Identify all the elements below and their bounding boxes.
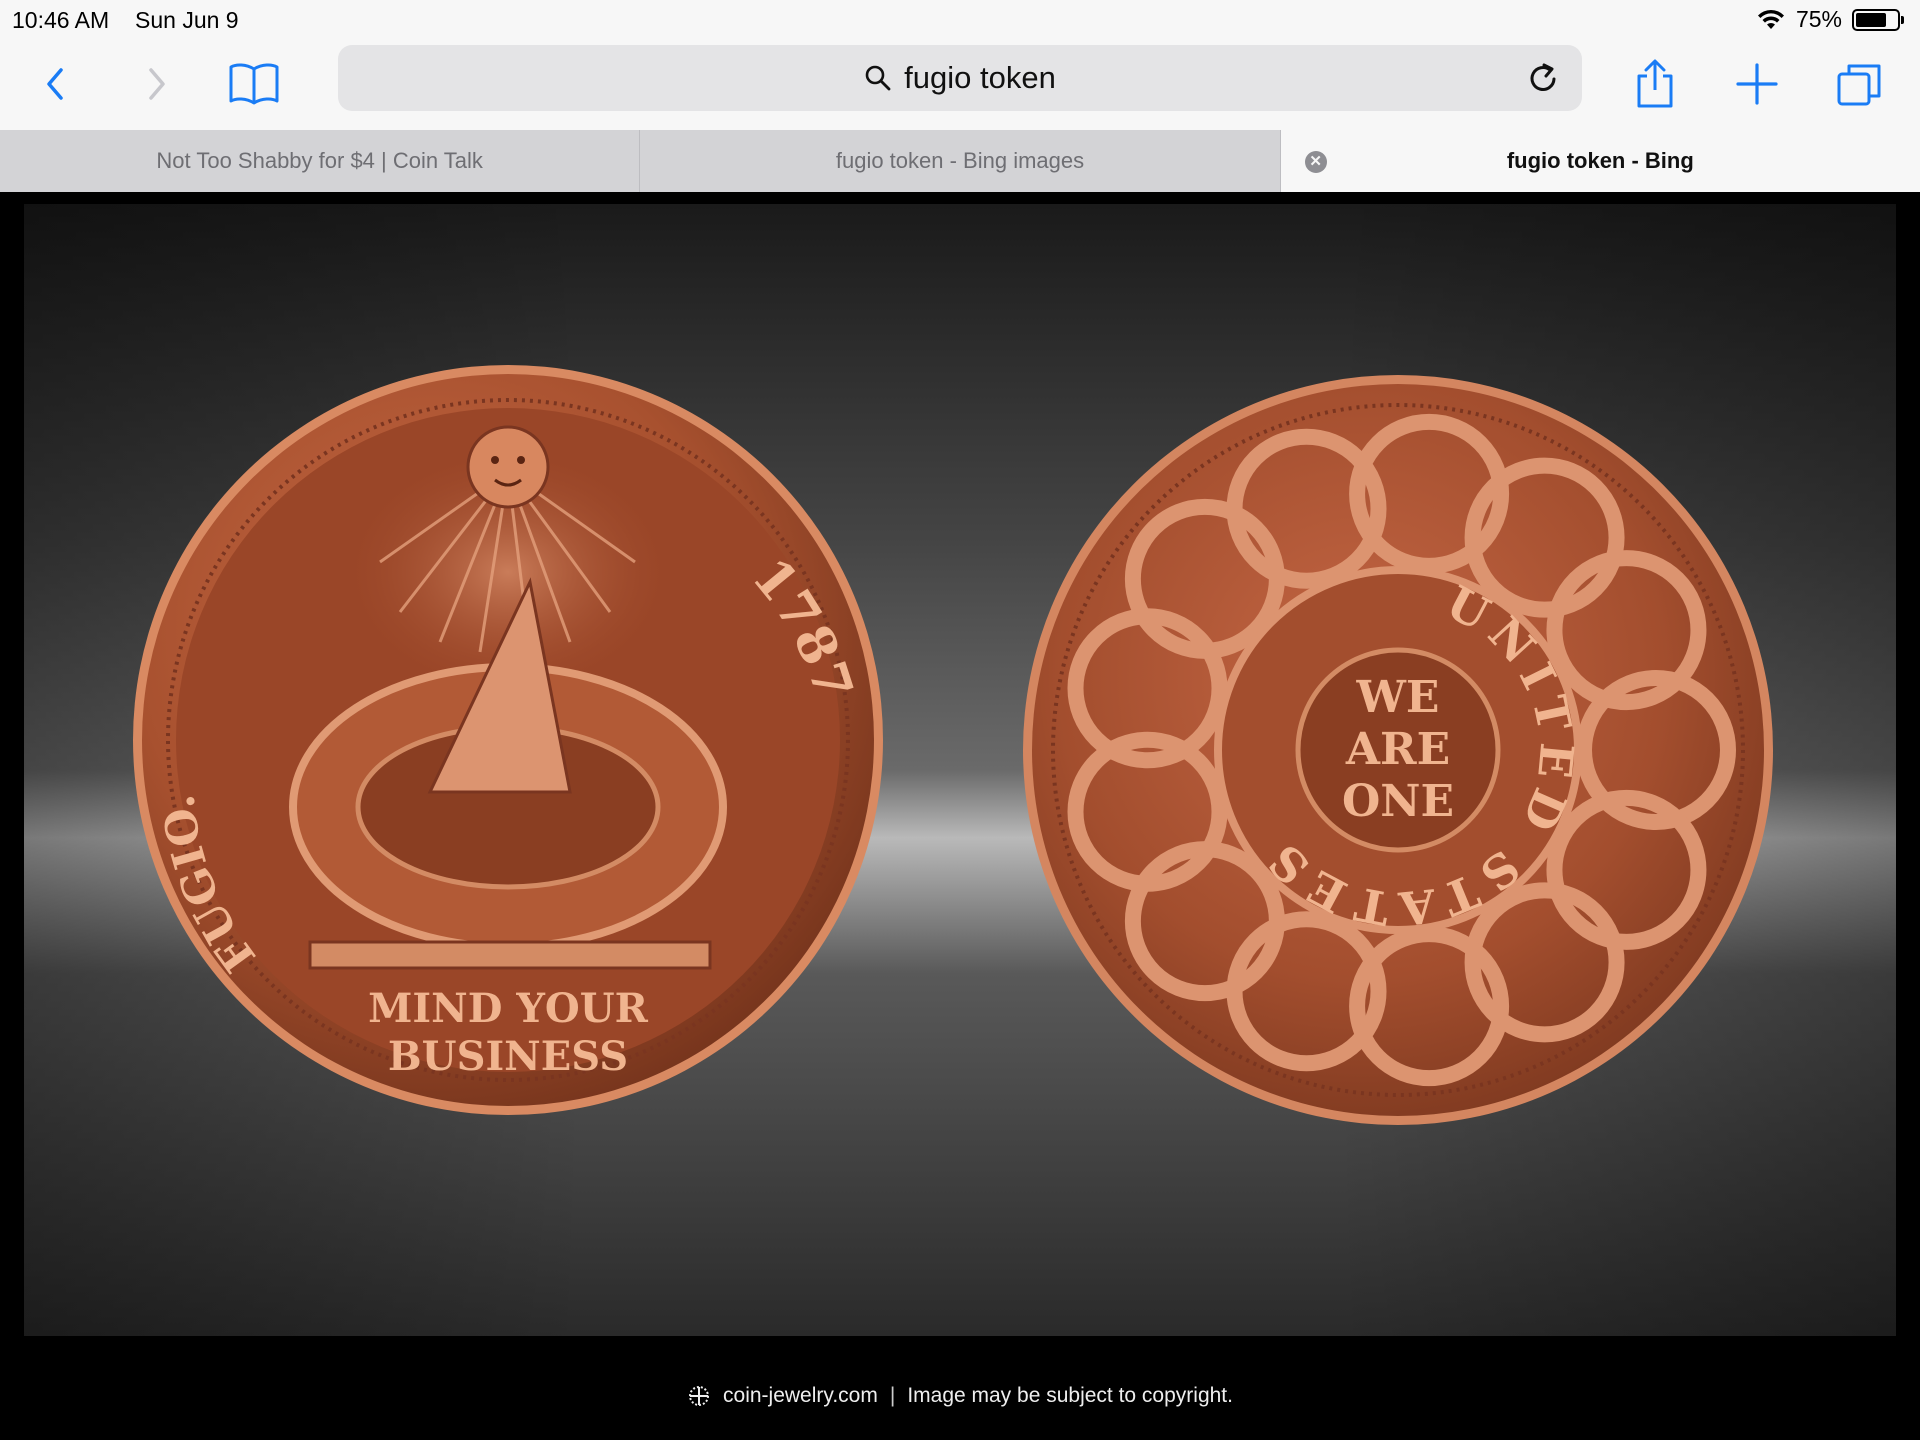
tab-title: fugio token - Bing images — [835, 148, 1085, 173]
motto-line2: BUSINESS — [388, 1033, 628, 1080]
new-tab-icon — [1736, 63, 1778, 105]
forward-icon — [149, 68, 165, 100]
fugio-reverse-coin: UNITED STATES WE ARE ONE — [1023, 375, 1773, 1125]
status-date: Sun Jun 9 — [135, 7, 239, 33]
copyright-notice: Image may be subject to copyright. — [907, 1384, 1233, 1407]
sun-face — [466, 425, 550, 509]
tabs-button[interactable] — [1829, 54, 1889, 114]
footer-separator: | — [889, 1384, 896, 1407]
forward-button[interactable] — [126, 54, 186, 114]
wifi-icon — [1757, 9, 1784, 29]
tab-title: fugio token - Bing — [1506, 148, 1694, 173]
search-query: fugio token — [904, 60, 1056, 95]
address-bar-content: fugio token — [338, 45, 1582, 111]
status-time: 10:46 AM — [12, 7, 110, 33]
close-tab-icon[interactable]: ✕ — [1304, 151, 1327, 173]
coin-photo[interactable]: FUGIO. 1787 MIND YOUR BUSINESS UNITED ST… — [24, 204, 1896, 1336]
fugio-obverse-coin: FUGIO. 1787 MIND YOUR BUSINESS — [133, 365, 883, 1115]
status-bar: 10:46 AM Sun Jun 9 75% — [0, 0, 1920, 40]
share-button[interactable] — [1625, 54, 1685, 114]
battery-percent: 75% — [1795, 6, 1842, 32]
tab-coin-talk[interactable]: Not Too Shabby for $4 | Coin Talk — [0, 130, 641, 192]
center-text-are: ARE — [1345, 724, 1450, 775]
tab-bing-active[interactable]: ✕ fugio token - Bing — [1280, 130, 1920, 192]
motto-line1: MIND YOUR — [368, 985, 648, 1032]
browser-toolbar: fugio token — [0, 40, 1920, 130]
image-viewer: FUGIO. 1787 MIND YOUR BUSINESS UNITED ST… — [0, 192, 1920, 1440]
globe-icon — [689, 1386, 710, 1406]
image-source-footer: coin-jewelry.com | Image may be subject … — [0, 1376, 1920, 1416]
tabs-icon — [1837, 64, 1881, 106]
status-right: 75% — [1756, 6, 1904, 33]
battery-fill — [1856, 12, 1886, 27]
back-icon — [47, 68, 63, 100]
bookmarks-icon — [229, 63, 279, 105]
source-link[interactable]: coin-jewelry.com — [723, 1384, 878, 1408]
address-bar[interactable]: fugio token — [338, 45, 1582, 111]
search-icon — [865, 65, 891, 91]
tab-bing-images[interactable]: fugio token - Bing images — [640, 130, 1281, 192]
battery-icon — [1852, 8, 1904, 31]
center-text-one: ONE — [1342, 776, 1454, 827]
tab-bar: Not Too Shabby for $4 | Coin Talk fugio … — [0, 130, 1920, 192]
new-tab-button[interactable] — [1727, 54, 1787, 114]
sundial-base — [308, 940, 712, 970]
bookmarks-button[interactable] — [224, 54, 284, 114]
reload-icon[interactable] — [1524, 59, 1562, 97]
center-text-we: WE — [1356, 672, 1440, 723]
tab-title: Not Too Shabby for $4 | Coin Talk — [156, 148, 483, 173]
back-button[interactable] — [26, 54, 86, 114]
share-icon — [1637, 59, 1673, 108]
